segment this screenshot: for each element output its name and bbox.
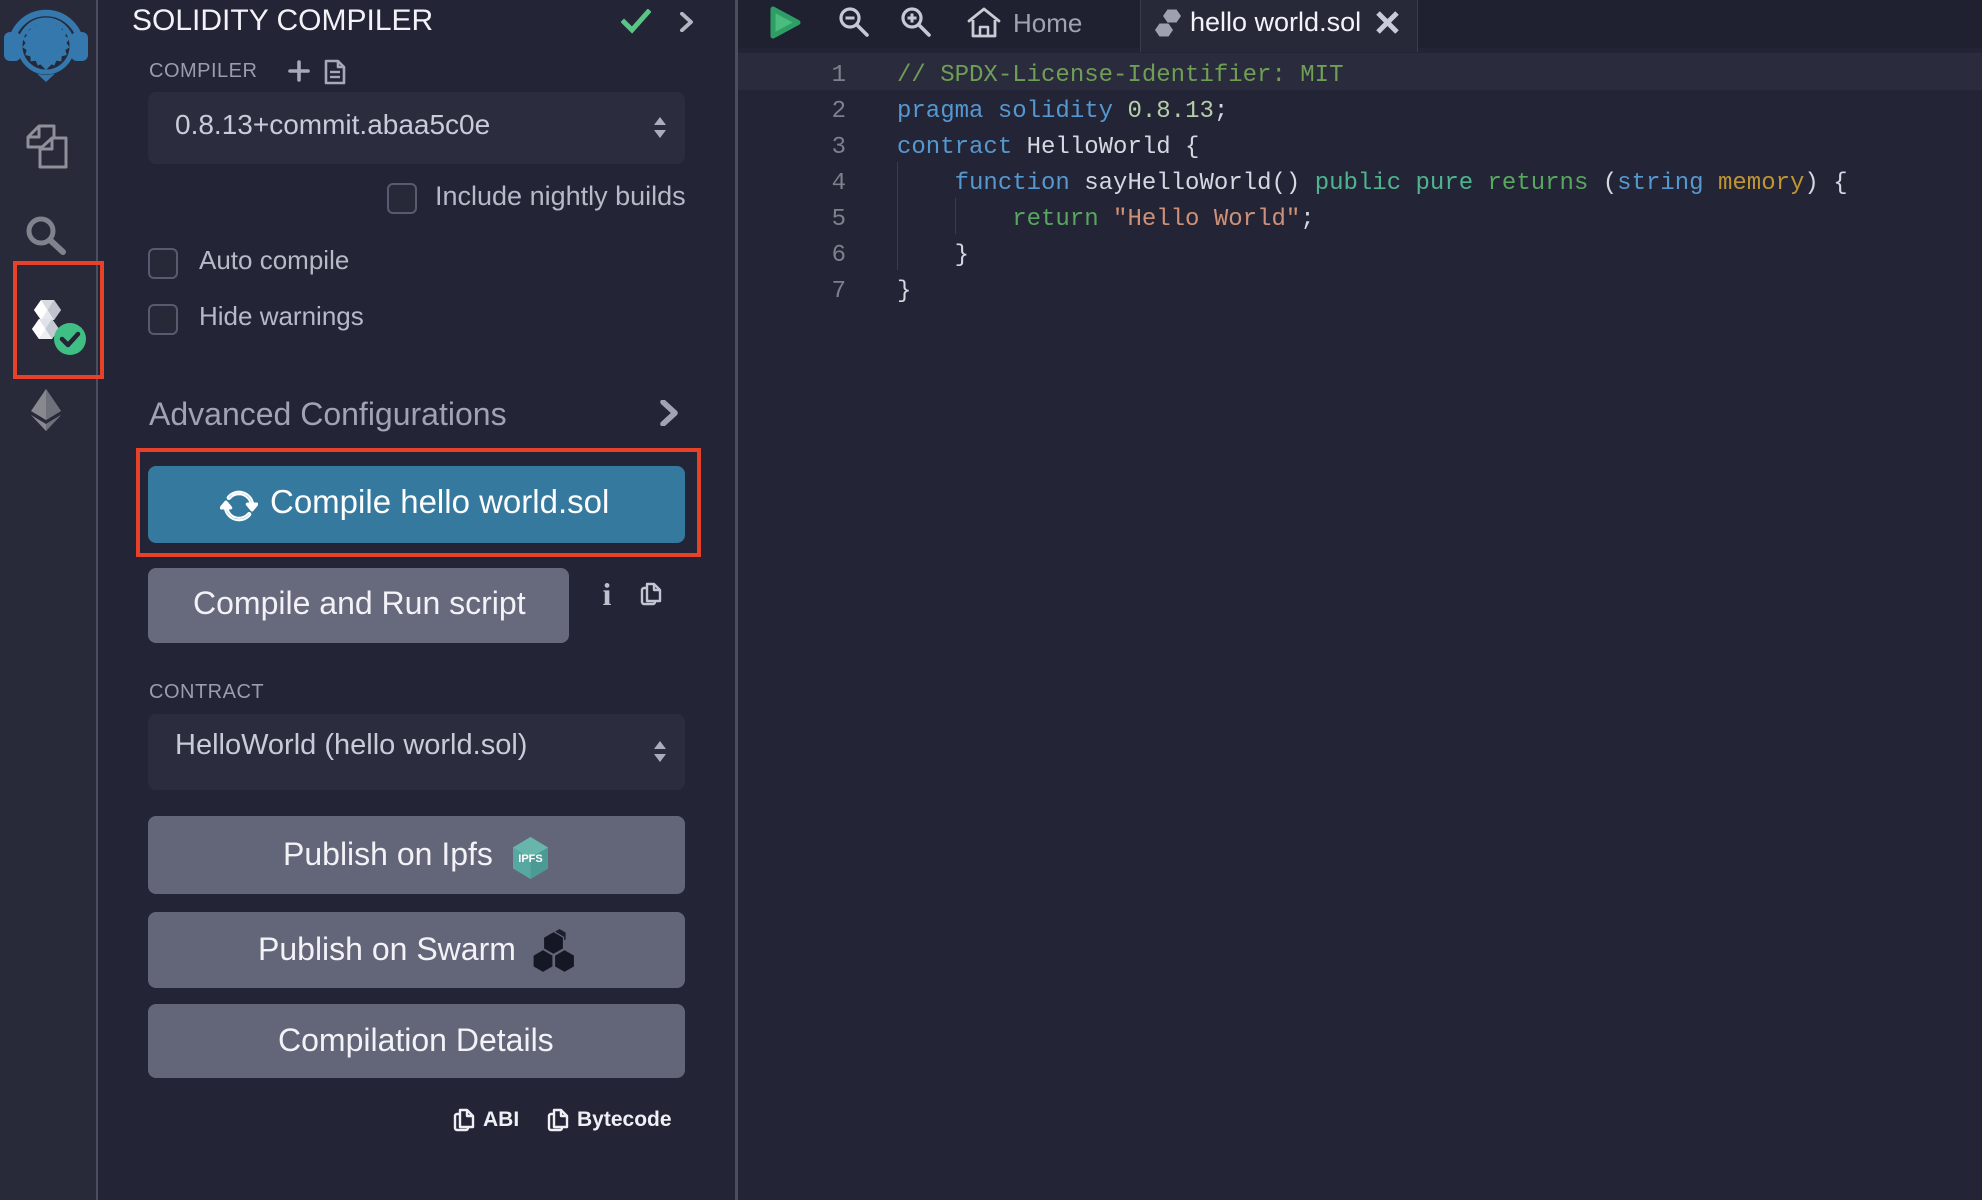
svg-text:IPFS: IPFS [518, 853, 542, 865]
